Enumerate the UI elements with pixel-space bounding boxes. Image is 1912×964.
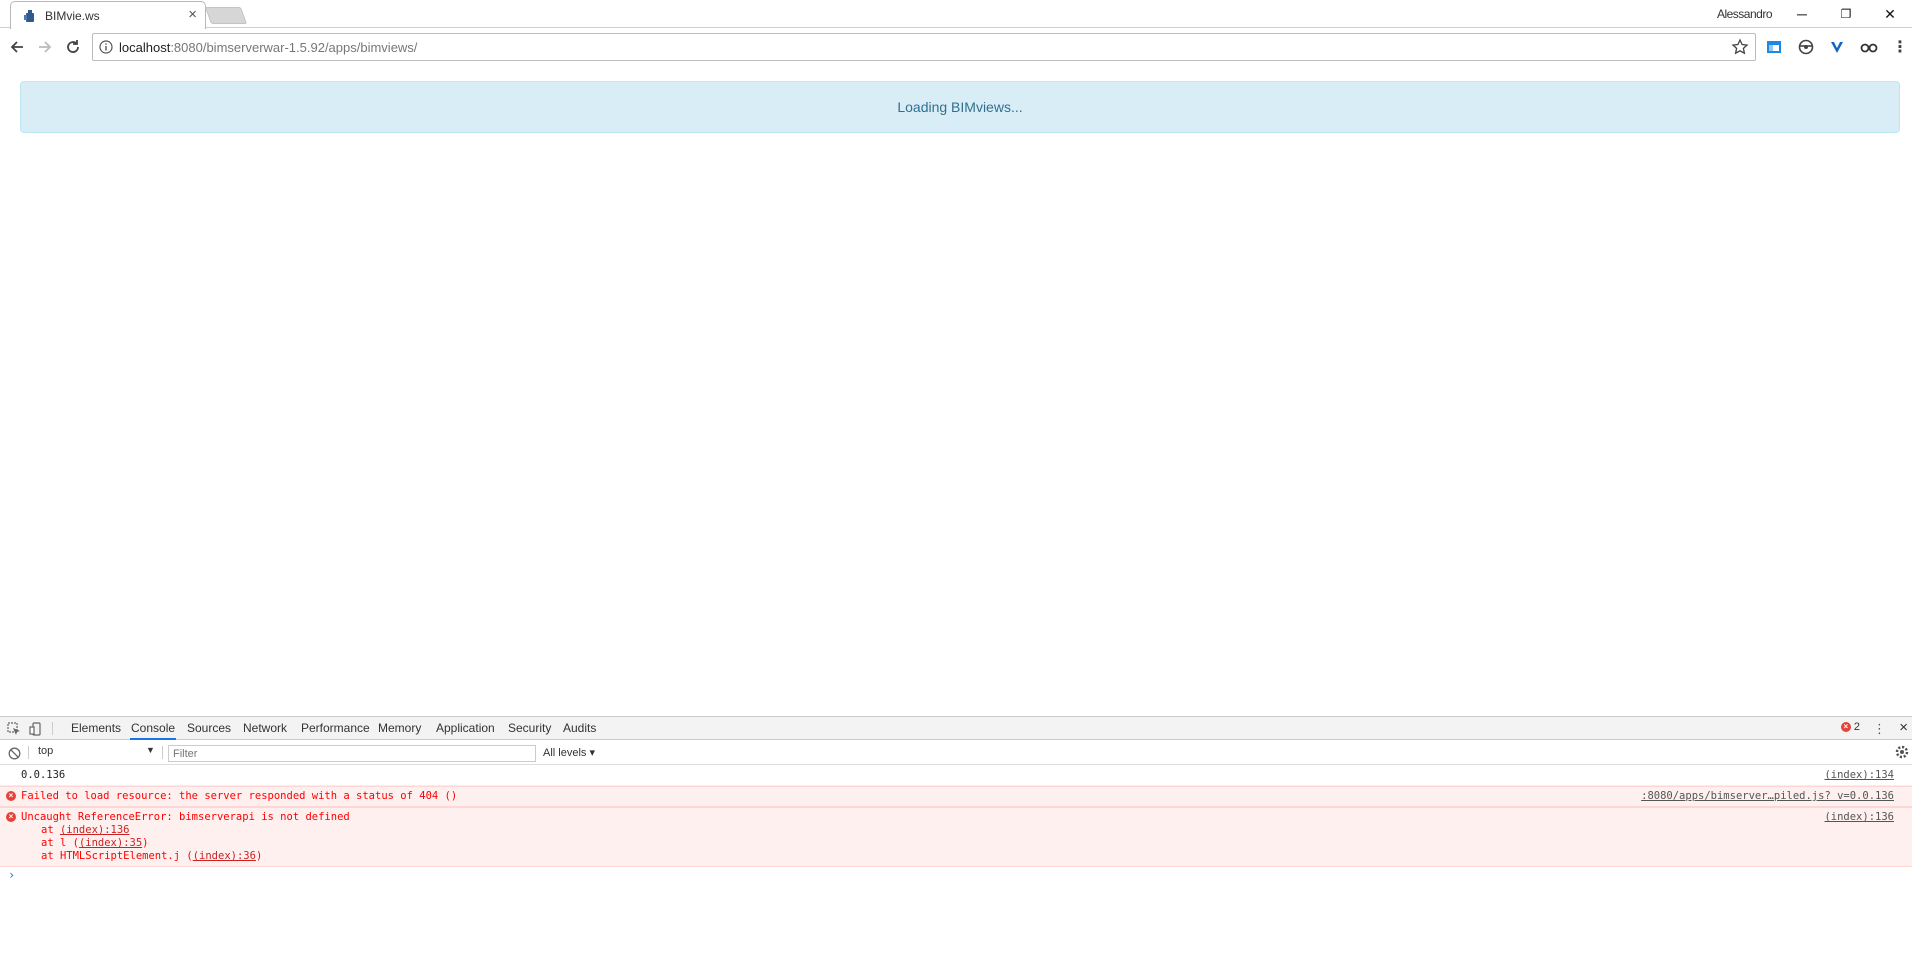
tab-title: BIMvie.ws	[45, 9, 100, 23]
tab-close-icon[interactable]: ×	[188, 7, 197, 23]
stack-frame-link[interactable]: (index):136	[60, 824, 130, 836]
console-error-row: × Failed to load resource: the server re…	[0, 786, 1912, 807]
back-button[interactable]	[6, 36, 28, 58]
loading-alert: Loading BIMviews...	[20, 81, 1900, 133]
filterbar-divider	[28, 746, 29, 759]
log-message: 0.0.136	[21, 769, 66, 781]
error-icon: ×	[6, 812, 16, 822]
stack-trace: at (index):136 at l ((index):35) at HTML…	[21, 824, 1892, 863]
error-counter[interactable]: × 2	[1840, 721, 1860, 733]
address-bar[interactable]: localhost:8080/bimserverwar-1.5.92/apps/…	[92, 33, 1756, 61]
console-log-row: 0.0.136 (index):134	[0, 766, 1912, 786]
stack-frame-suffix: )	[255, 850, 263, 862]
error-count: 2	[1853, 721, 1860, 733]
clear-console-button[interactable]	[6, 745, 22, 761]
stack-frame-prefix: at HTMLScriptElement.j (	[41, 850, 193, 862]
stack-frame-link[interactable]: (index):36	[193, 850, 256, 862]
inspect-element-button[interactable]	[6, 721, 22, 737]
restore-button[interactable]: ❐	[1824, 2, 1868, 26]
filterbar-divider-2	[162, 746, 163, 759]
console-error-row[interactable]: × Uncaught ReferenceError: bimserverapi …	[0, 807, 1912, 867]
tabbar-divider	[52, 722, 53, 735]
browser-toolbar: localhost:8080/bimserverwar-1.5.92/apps/…	[0, 29, 1912, 65]
tab-security[interactable]: Security	[507, 717, 552, 740]
error-icon: ×	[6, 791, 16, 801]
bimviews-favicon-icon	[24, 10, 34, 22]
stack-frame: at l ((index):35)	[41, 837, 1892, 850]
arrow-right-icon	[39, 41, 52, 53]
device-mode-icon	[29, 722, 41, 736]
new-tab-button[interactable]	[204, 7, 248, 24]
devtools-close-icon[interactable]: ×	[1899, 719, 1908, 736]
chrome-menu-icon[interactable]: ⋮	[1890, 37, 1910, 57]
log-message: Uncaught ReferenceError: bimserverapi is…	[21, 811, 350, 823]
extension-1-button[interactable]	[1764, 37, 1784, 57]
profile-name[interactable]: Alessandro	[1717, 7, 1773, 21]
url-text: localhost:8080/bimserverwar-1.5.92/apps/…	[119, 40, 417, 55]
tab-elements[interactable]: Elements	[70, 717, 122, 740]
minimize-button[interactable]: ─	[1780, 2, 1824, 26]
stack-frame: at (index):136	[41, 824, 1892, 837]
console-filter-input[interactable]	[168, 745, 536, 762]
loading-text: Loading BIMviews...	[897, 99, 1023, 115]
tab-application[interactable]: Application	[435, 717, 496, 740]
tab-console[interactable]: Console	[130, 717, 177, 740]
inspect-cursor-icon	[7, 722, 20, 735]
console-filterbar: top ▼ All levels ▾	[0, 741, 1912, 765]
page-content: Loading BIMviews...	[0, 65, 1912, 715]
stack-frame: at HTMLScriptElement.j ((index):36)	[41, 850, 1892, 863]
tab-audits[interactable]: Audits	[562, 717, 597, 740]
devtools-menu-icon[interactable]: ⋮	[1873, 721, 1886, 737]
console-output: 0.0.136 (index):134 × Failed to load res…	[0, 766, 1912, 885]
extension-2-button[interactable]	[1796, 37, 1816, 57]
url-path: :8080/bimserverwar-1.5.92/apps/bimviews/	[170, 40, 418, 55]
devtools-panel: Elements Console Sources Network Perform…	[0, 716, 1912, 964]
arrow-left-icon	[10, 41, 23, 53]
log-source-link[interactable]: (index):134	[1824, 769, 1894, 782]
context-selector[interactable]: top	[38, 745, 156, 761]
console-settings-gear-icon[interactable]	[1894, 744, 1910, 760]
log-levels-dropdown[interactable]: All levels ▾	[543, 746, 595, 759]
clear-console-icon	[8, 747, 20, 759]
url-host: localhost	[119, 40, 171, 55]
close-window-button[interactable]: ✕	[1868, 2, 1912, 26]
tab-sources[interactable]: Sources	[186, 717, 232, 740]
extension-3-button[interactable]	[1827, 37, 1847, 57]
bookmark-star-icon[interactable]	[1731, 38, 1749, 56]
device-toolbar-button[interactable]	[28, 721, 44, 737]
reload-button[interactable]	[62, 36, 84, 58]
log-source-link[interactable]: :8080/apps/bimserver…piled.js? v=0.0.136	[1641, 790, 1894, 803]
stack-frame-suffix: )	[142, 837, 149, 849]
binoculars-icon	[1860, 43, 1878, 53]
stack-frame-prefix: at l (	[41, 837, 79, 849]
log-message: Failed to load resource: the server resp…	[21, 790, 458, 802]
log-levels-label: All levels	[543, 747, 587, 759]
steering-wheel-icon	[1798, 39, 1814, 55]
stack-frame-link[interactable]: (index):35	[79, 837, 142, 849]
browser-tab[interactable]: BIMvie.ws ×	[10, 1, 206, 29]
info-icon[interactable]	[99, 40, 113, 54]
tab-memory[interactable]: Memory	[377, 717, 422, 740]
stack-frame-prefix: at	[41, 824, 60, 836]
v-logo-icon	[1831, 42, 1843, 53]
context-dropdown-icon[interactable]: ▼	[146, 745, 155, 755]
reload-icon	[67, 40, 79, 53]
extension-4-button[interactable]	[1859, 37, 1879, 57]
console-prompt[interactable]: ›	[0, 867, 1912, 885]
devtools-tabbar: Elements Console Sources Network Perform…	[0, 717, 1912, 740]
error-badge-icon: ×	[1840, 722, 1851, 732]
browser-tab-strip: BIMvie.ws × Alessandro ─ ❐ ✕	[0, 0, 1912, 29]
forward-button[interactable]	[34, 36, 56, 58]
window-extension-icon	[1767, 41, 1781, 53]
tab-network[interactable]: Network	[242, 717, 288, 740]
log-source-link[interactable]: (index):136	[1824, 811, 1894, 824]
tab-performance[interactable]: Performance	[300, 717, 371, 740]
